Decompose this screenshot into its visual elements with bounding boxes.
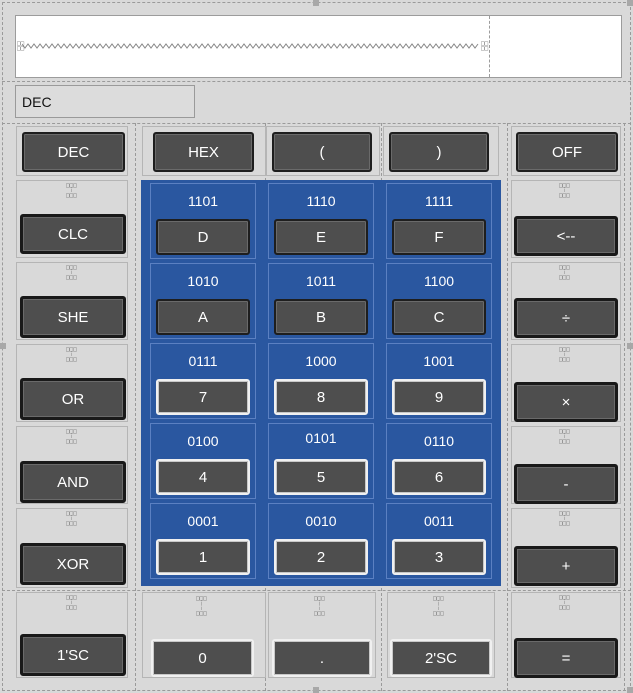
equals-button[interactable]: = [514, 638, 618, 678]
key-5-button[interactable]: 5 [274, 459, 368, 495]
divide-button[interactable]: ÷ [514, 298, 618, 338]
column-divider [624, 123, 625, 691]
key-3-button[interactable]: 3 [392, 539, 486, 575]
drag-stub-icon: □□□ ⁞ □□□ [66, 346, 77, 363]
or-button[interactable]: OR [20, 378, 126, 420]
key-f-button[interactable]: F [392, 219, 486, 255]
twos-complement-button[interactable]: 2'SC [390, 639, 492, 677]
key-1-button[interactable]: 1 [156, 539, 250, 575]
binary-label: 1011 [305, 273, 337, 289]
digit-0-button[interactable]: 0 [151, 639, 254, 677]
backspace-button[interactable]: <-- [514, 216, 618, 256]
left-paren-button[interactable]: ( [272, 132, 372, 172]
multiply-button[interactable]: × [514, 382, 618, 422]
key-d-button[interactable]: D [156, 219, 250, 255]
binary-label: 0110 [423, 433, 455, 449]
wave-right-marker: □□ □□ [481, 40, 489, 52]
and-button[interactable]: AND [20, 461, 126, 503]
add-button[interactable]: + [514, 546, 618, 586]
key-9-button[interactable]: 9 [392, 379, 486, 415]
key-4-button[interactable]: 4 [156, 459, 250, 495]
drag-stub-icon: □□□ ⁞ □□□ [66, 182, 77, 199]
binary-label: 0100 [187, 433, 219, 449]
row-divider [2, 590, 631, 591]
binary-label: 0001 [187, 513, 219, 529]
she-button[interactable]: SHE [20, 296, 126, 338]
resize-handle-bottom[interactable] [313, 687, 319, 693]
binary-label: 0010 [305, 513, 337, 529]
resize-handle-top[interactable] [313, 0, 319, 6]
resize-handle-bottom-right[interactable] [627, 687, 633, 693]
drag-stub-icon: □□□ ⁞ □□□ [66, 264, 77, 281]
column-divider [135, 123, 136, 691]
drag-stub-icon: □□□ ⁞ □□□ [66, 428, 77, 445]
display-divider [489, 16, 490, 77]
drag-stub-icon: □□□ ⁞ ⁞ □□□ [196, 595, 207, 617]
drag-stub-icon: □□□ ⁞ □□□ [559, 594, 570, 611]
key-e-button[interactable]: E [274, 219, 368, 255]
key-a-button[interactable]: A [156, 299, 250, 335]
row-divider [2, 123, 631, 124]
key-b-button[interactable]: B [274, 299, 368, 335]
subtract-button[interactable]: - [514, 464, 618, 504]
right-paren-button[interactable]: ) [389, 132, 489, 172]
xor-button[interactable]: XOR [20, 543, 126, 585]
key-8-button[interactable]: 8 [274, 379, 368, 415]
drag-stub-icon: □□□ ⁞ □□□ [559, 264, 570, 281]
binary-label: 1111 [424, 193, 454, 209]
clc-button[interactable]: CLC [20, 214, 126, 254]
binary-label: 1000 [305, 353, 337, 369]
text-placeholder-wave [22, 43, 479, 49]
binary-label: 1001 [423, 353, 455, 369]
resize-handle-left[interactable] [0, 343, 6, 349]
drag-stub-icon: □□□ ⁞ □□□ [559, 346, 570, 363]
drag-stub-icon: □□□ ⁞ ⁞ □□□ [314, 595, 325, 617]
decimal-point-button[interactable]: . [272, 639, 372, 677]
binary-label: 1110 [306, 193, 336, 209]
binary-label: 0101 [305, 430, 337, 446]
key-c-button[interactable]: C [392, 299, 486, 335]
resize-handle-top-right[interactable] [627, 0, 633, 6]
dec-button[interactable]: DEC [22, 132, 125, 172]
binary-label: 1010 [187, 273, 219, 289]
key-6-button[interactable]: 6 [392, 459, 486, 495]
column-divider [507, 123, 508, 691]
drag-stub-icon: □□□ ⁞ □□□ [559, 510, 570, 527]
resize-handle-right[interactable] [627, 343, 633, 349]
drag-stub-icon: □□□ ⁞ □□□ [559, 182, 570, 199]
off-button[interactable]: OFF [516, 132, 618, 172]
mode-label: DEC [15, 85, 195, 118]
drag-stub-icon: □□□ ⁞ □□□ [66, 594, 77, 611]
binary-label: 0011 [423, 513, 455, 529]
drag-stub-icon: □□□ ⁞ ⁞ □□□ [433, 595, 444, 617]
hex-button[interactable]: HEX [153, 132, 254, 172]
binary-label: 1101 [187, 193, 219, 209]
key-7-button[interactable]: 7 [156, 379, 250, 415]
ones-complement-button[interactable]: 1'SC [20, 634, 126, 676]
key-2-button[interactable]: 2 [274, 539, 368, 575]
drag-stub-icon: □□□ ⁞ □□□ [559, 428, 570, 445]
row-divider [2, 81, 631, 82]
drag-stub-icon: □□□ ⁞ □□□ [66, 510, 77, 527]
binary-label: 1100 [423, 273, 455, 289]
binary-label: 0111 [188, 353, 218, 369]
